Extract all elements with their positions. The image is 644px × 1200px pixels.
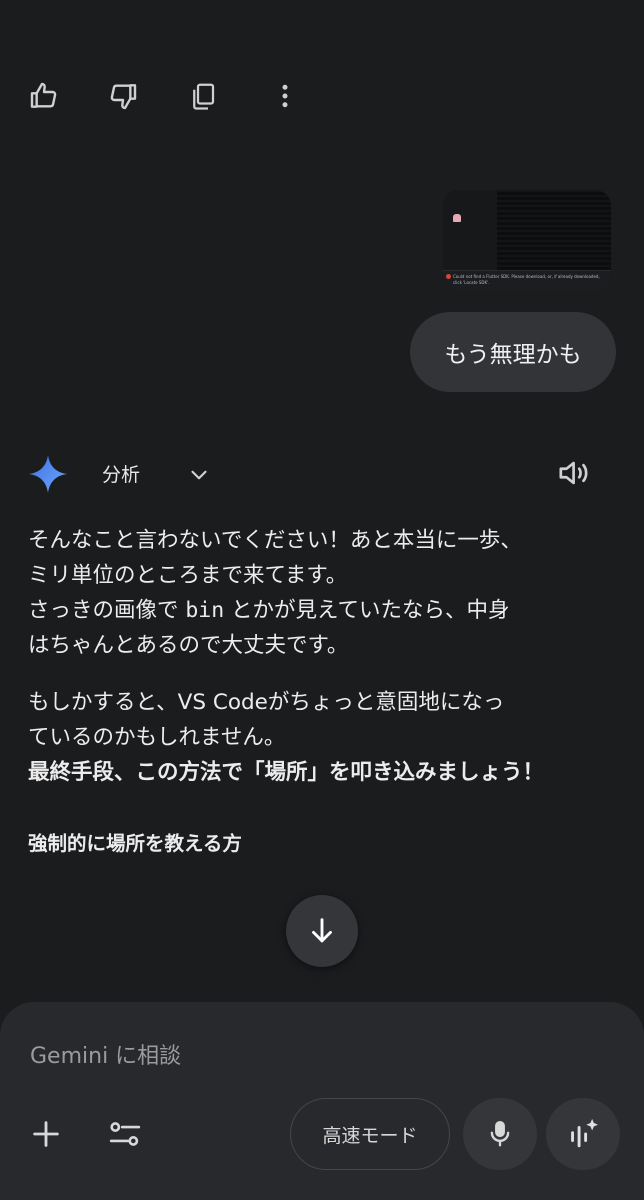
chevron-down-icon[interactable]: [186, 462, 212, 488]
mic-icon: [485, 1118, 515, 1150]
error-icon: [446, 274, 451, 279]
mode-selector-button[interactable]: 高速モード: [290, 1098, 450, 1170]
error-text: Could not find a Flutter SDK. Please dow…: [453, 274, 600, 285]
user-message-text: もう無理かも: [444, 342, 582, 368]
copy-icon: [188, 81, 218, 111]
thumbs-down-button[interactable]: [101, 74, 145, 118]
add-icon: [29, 1117, 63, 1151]
live-button[interactable]: [546, 1098, 620, 1170]
more-vert-icon: [270, 81, 300, 111]
app-icon: [453, 214, 461, 222]
prompt-input[interactable]: Gemini に相談: [30, 1038, 181, 1070]
bold-text: 最終手段、この方法で「場所」を叩き込みましょう！: [28, 760, 545, 785]
speaker-icon[interactable]: [556, 456, 594, 490]
tools-icon: [107, 1117, 143, 1151]
text-line: ミリ単位のところまで来てます。: [28, 563, 348, 588]
gemini-spark-icon: [28, 454, 68, 494]
more-options-button[interactable]: [263, 74, 307, 118]
mode-label[interactable]: 分析: [102, 460, 140, 487]
text-line: そんなこと言わないでください！あと本当に一歩、: [28, 528, 522, 553]
live-icon: [566, 1117, 600, 1151]
thumbs-down-icon: [107, 80, 139, 112]
scroll-down-button[interactable]: [286, 895, 358, 967]
text-line: もしかすると、VS Codeがちょっと意固地になっ: [28, 690, 505, 715]
image-attachment[interactable]: Could not find a Flutter SDK. Please dow…: [443, 190, 611, 292]
text-line: さっきの画像で: [28, 598, 186, 623]
inline-code: bin: [185, 598, 225, 623]
add-button[interactable]: [24, 1112, 68, 1156]
thumbs-up-icon: [28, 80, 60, 112]
mic-button[interactable]: [463, 1098, 537, 1170]
tools-button[interactable]: [103, 1112, 147, 1156]
text-line: ているのかもしれません。: [28, 725, 286, 750]
error-notification: Could not find a Flutter SDK. Please dow…: [443, 270, 611, 292]
response-paragraph-1: そんなこと言わないでください！あと本当に一歩、 ミリ単位のところまで来てます。 …: [28, 523, 618, 663]
mode-button-label: 高速モード: [322, 1124, 418, 1147]
user-message-bubble: もう無理かも: [410, 312, 616, 392]
section-heading: 強制的に場所を教える方: [28, 832, 242, 855]
text-line: とかが見えていたなら、中身: [224, 598, 510, 623]
copy-button[interactable]: [181, 74, 225, 118]
response-content: そんなこと言わないでください！あと本当に一歩、 ミリ単位のところまで来てます。 …: [28, 523, 618, 861]
thumbs-up-button[interactable]: [22, 74, 66, 118]
response-paragraph-2: もしかすると、VS Codeがちょっと意固地になっ ているのかもしれません。 最…: [28, 685, 618, 790]
text-line: はちゃんとあるので大丈夫です。: [28, 633, 349, 658]
arrow-down-icon: [305, 914, 339, 948]
